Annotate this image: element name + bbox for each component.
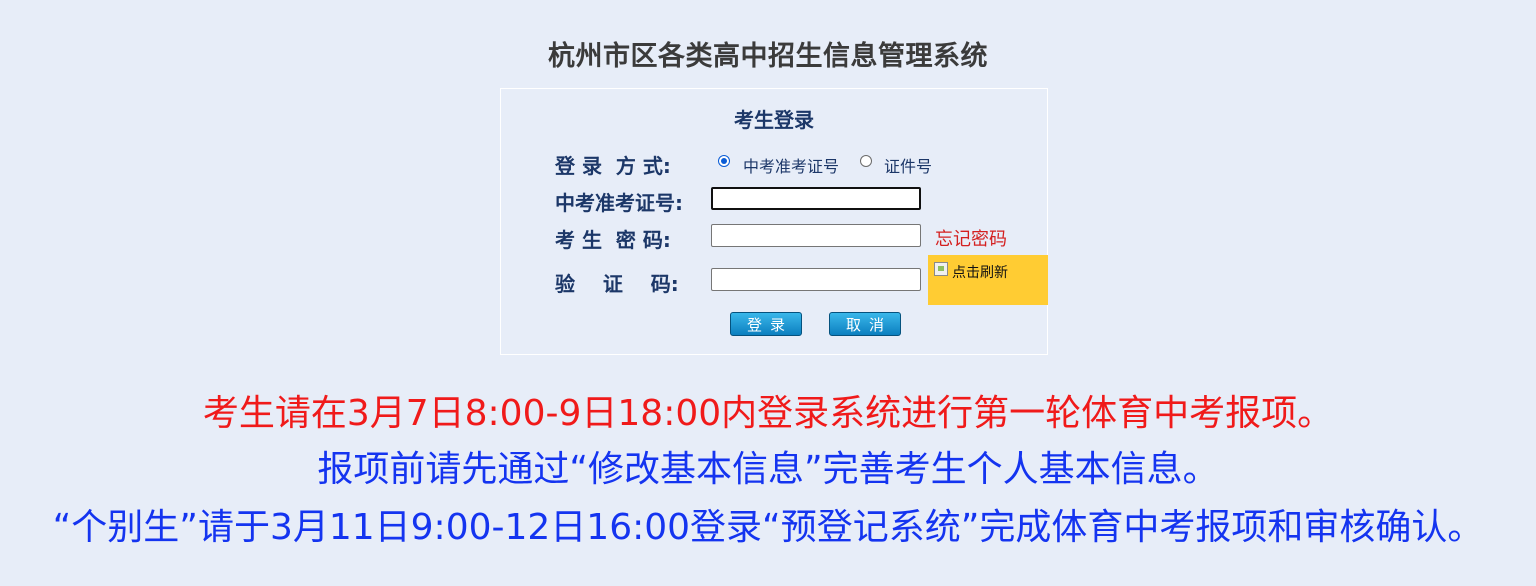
broken-image-icon (934, 262, 948, 276)
login-method-label: 登 录 方 式: (555, 154, 671, 178)
exam-id-label: 中考准考证号: (555, 191, 683, 215)
captcha-label: 验 证 码: (555, 272, 679, 296)
notice-line-3: “个别生”请于3月11日9:00-12日16:00登录“预登记系统”完成体育中考… (52, 507, 1484, 548)
radio-exam-id[interactable] (718, 155, 730, 167)
cancel-button[interactable]: 取消 (829, 312, 901, 336)
login-panel-title: 考生登录 (734, 108, 814, 132)
radio-id-card[interactable] (860, 155, 872, 167)
captcha-image[interactable]: 点击刷新 (928, 255, 1048, 305)
exam-id-input[interactable] (711, 187, 921, 210)
forgot-password-link[interactable]: 忘记密码 (935, 225, 1007, 251)
captcha-refresh-text: 点击刷新 (952, 265, 1008, 281)
page-title: 杭州市区各类高中招生信息管理系统 (548, 41, 988, 72)
captcha-input[interactable] (711, 268, 921, 291)
notice-line-2: 报项前请先通过“修改基本信息”完善考生个人基本信息。 (317, 449, 1219, 490)
radio-exam-id-label[interactable]: 中考准考证号 (743, 153, 839, 177)
password-label: 考 生 密 码: (555, 228, 671, 252)
notice-line-1: 考生请在3月7日8:00-9日18:00内登录系统进行第一轮体育中考报项。 (202, 393, 1334, 434)
password-input[interactable] (711, 224, 921, 247)
login-button[interactable]: 登录 (730, 312, 802, 336)
radio-id-card-label[interactable]: 证件号 (884, 153, 932, 177)
